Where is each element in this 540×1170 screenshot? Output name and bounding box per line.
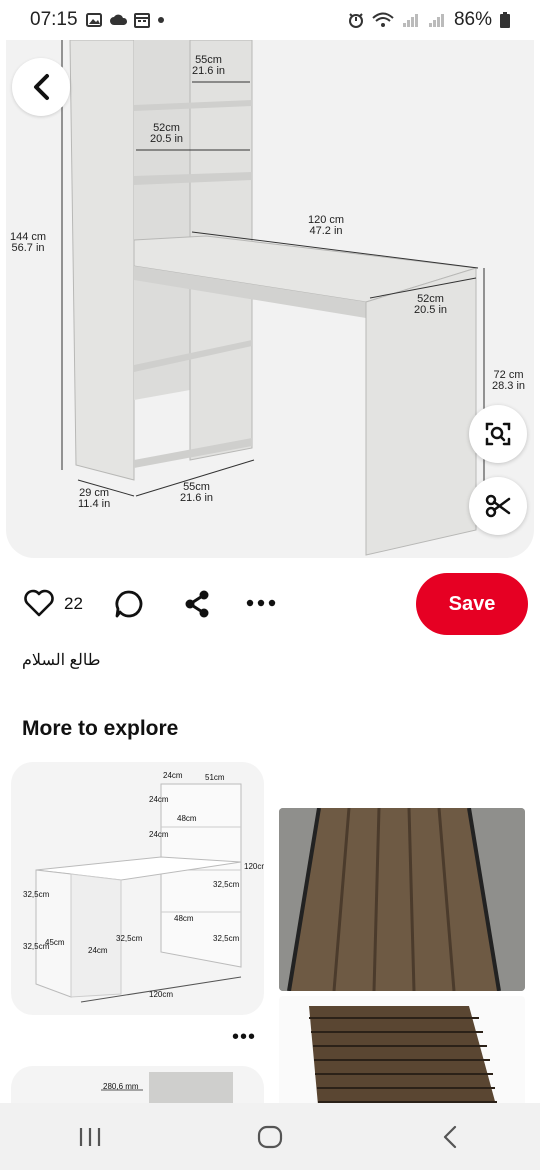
battery-icon xyxy=(500,12,510,28)
dim-text: 24cm xyxy=(149,830,169,839)
recent-apps-button[interactable] xyxy=(60,1117,120,1157)
dim-shelf: 52cm 20.5 in xyxy=(150,123,183,145)
dim-text: 32,5cm xyxy=(23,890,50,899)
dim-label-in: 20.5 in xyxy=(414,304,448,316)
pin-image[interactable]: 55cm 21.6 in 52cm 20.5 in 120 cm 47.2 in… xyxy=(6,40,534,558)
more-icon xyxy=(246,599,276,607)
share-button[interactable] xyxy=(182,588,212,620)
dim-text: 48cm xyxy=(174,914,194,923)
dim-text: 51cm xyxy=(205,773,225,782)
home-button[interactable] xyxy=(240,1117,300,1157)
dim-text: 45cm xyxy=(45,938,65,947)
comment-icon xyxy=(115,590,143,618)
like-count: 22 xyxy=(64,594,83,613)
dim-label-in: 11.4 in xyxy=(78,498,111,510)
cutout-button[interactable] xyxy=(469,477,527,535)
alarm-icon xyxy=(348,12,364,28)
comment-button[interactable] xyxy=(113,588,145,620)
dim-label-in: 56.7 in xyxy=(11,242,45,254)
dim-label-in: 47.2 in xyxy=(309,225,343,237)
status-time: 07:15 xyxy=(30,9,78,30)
dim-desk-length: 120 cm 47.2 in xyxy=(308,215,344,237)
status-bar-right: 86% xyxy=(348,9,510,31)
save-button[interactable]: Save xyxy=(416,573,528,635)
nav-back-button[interactable] xyxy=(420,1117,480,1157)
heart-icon xyxy=(24,589,54,617)
more-options-button[interactable] xyxy=(244,590,278,616)
dim-text: 32,5cm xyxy=(213,934,240,943)
home-icon xyxy=(257,1125,283,1148)
dim-height: 144 cm 56.7 in xyxy=(10,232,46,254)
dim-desk-depth: 52cm 20.5 in xyxy=(414,294,447,316)
dim-label-in: 20.5 in xyxy=(150,133,184,145)
signal-icon xyxy=(402,12,420,28)
dim-label-in: 21.6 in xyxy=(180,492,214,504)
wood-decking-image xyxy=(279,808,525,991)
gallery-icon xyxy=(85,12,102,28)
dim-text: 120cm xyxy=(149,990,174,999)
status-bar: 07:15 86% xyxy=(0,0,540,40)
cloud-icon xyxy=(109,12,127,28)
lens-search-icon xyxy=(485,422,511,446)
pin-description: طالع السلام xyxy=(22,652,101,669)
explore-pin-slat-panel[interactable] xyxy=(279,996,525,1116)
dim-text: 32,5cm xyxy=(116,934,143,943)
calendar-icon xyxy=(133,12,150,28)
like-button[interactable] xyxy=(24,588,54,618)
explore-pin-wood-decking[interactable] xyxy=(279,808,525,991)
dim-top-shelf: 55cm 21.6 in xyxy=(192,55,225,77)
dim-text: 32,5cm xyxy=(213,880,240,889)
section-title: More to explore xyxy=(22,717,179,740)
dim-text: 24cm xyxy=(163,771,183,780)
chevron-left-icon xyxy=(34,74,49,100)
back-button[interactable] xyxy=(12,58,70,116)
status-bar-left: 07:15 xyxy=(30,9,164,31)
share-icon xyxy=(185,590,209,618)
back-icon xyxy=(443,1125,457,1148)
dim-base-width: 55cm 21.6 in xyxy=(180,482,213,504)
desk-illustration xyxy=(61,40,485,556)
visual-search-button[interactable] xyxy=(469,405,527,463)
dim-base-depth: 29 cm 11.4 in xyxy=(78,488,110,510)
system-nav-bar xyxy=(0,1103,540,1170)
slat-panel-image xyxy=(309,1006,499,1116)
dim-text: 24cm xyxy=(149,795,169,804)
dim-text: 120cm xyxy=(244,862,264,871)
dim-label-in: 21.6 in xyxy=(192,65,226,77)
battery-percent: 86% xyxy=(453,9,492,30)
dim-text: 48cm xyxy=(177,814,197,823)
signal-icon-2 xyxy=(428,12,446,28)
dim-text: 24cm xyxy=(88,946,108,955)
dim-desk-height: 72 cm 28.3 in xyxy=(492,370,525,392)
scissors-icon xyxy=(485,494,511,518)
dim-label-in: 28.3 in xyxy=(492,380,526,392)
card-more-button[interactable]: ••• xyxy=(232,1026,256,1049)
dot-icon xyxy=(157,17,164,23)
wifi-icon xyxy=(372,12,394,28)
explore-pin-desk[interactable]: 24cm 51cm 24cm 48cm 24cm 120cm 32,5cm 32… xyxy=(11,762,264,1015)
recent-apps-icon xyxy=(79,1127,101,1146)
dim-text: 280,6 mm xyxy=(103,1082,139,1091)
